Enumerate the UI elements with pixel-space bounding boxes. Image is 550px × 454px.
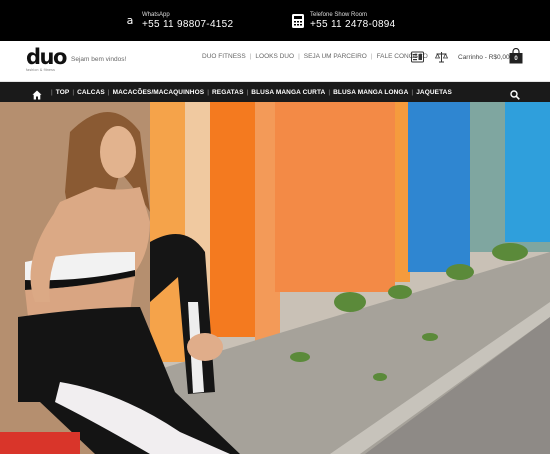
compare-scale-icon[interactable] bbox=[434, 50, 449, 63]
separator: | bbox=[249, 53, 252, 60]
welcome-message: Sejam bem vindos! bbox=[71, 56, 127, 63]
cart-label[interactable]: Carrinho - R$0,00 bbox=[458, 54, 510, 61]
link-duo-fitness[interactable]: DUO FITNESS bbox=[202, 53, 246, 60]
link-looks-duo[interactable]: LOOKS DUO bbox=[255, 53, 294, 60]
account-card-icon[interactable] bbox=[411, 50, 424, 63]
category-regatas[interactable]: REGATAS bbox=[212, 89, 244, 96]
category-macacoes[interactable]: MACACÕES/MACAQUINHOS bbox=[113, 89, 205, 96]
category-blusa-manga-curta[interactable]: BLUSA MANGA CURTA bbox=[251, 89, 325, 96]
whatsapp-contact[interactable]: a WhatsApp +55 11 98807-4152 bbox=[120, 0, 233, 41]
whatsapp-icon: a bbox=[126, 14, 134, 27]
telephone-number[interactable]: +55 11 2478-0894 bbox=[310, 19, 396, 30]
category-jaquetas[interactable]: JAQUETAS bbox=[416, 89, 452, 96]
hero-image bbox=[0, 102, 550, 454]
separator: | bbox=[370, 53, 373, 60]
telephone-contact[interactable]: Telefone Show Room +55 11 2478-0894 bbox=[288, 0, 396, 41]
telephone-icon bbox=[288, 13, 308, 29]
separator: | bbox=[51, 88, 53, 96]
separator: | bbox=[411, 88, 414, 96]
logo-text: duo bbox=[26, 45, 67, 69]
whatsapp-number[interactable]: +55 11 98807-4152 bbox=[142, 19, 233, 30]
category-top[interactable]: TOP bbox=[56, 89, 70, 96]
site-header: duo fashion & fitness Sejam bem vindos! … bbox=[0, 41, 550, 82]
logo[interactable]: duo fashion & fitness bbox=[26, 45, 67, 73]
logo-subtitle: fashion & fitness bbox=[26, 68, 56, 72]
category-nav: | TOP | CALCAS | MACACÕES/MACAQUINHOS | … bbox=[0, 82, 550, 102]
separator: | bbox=[107, 88, 110, 96]
hero-banner[interactable] bbox=[0, 102, 550, 454]
separator: | bbox=[72, 88, 75, 96]
separator: | bbox=[246, 88, 249, 96]
whatsapp-label: WhatsApp bbox=[142, 11, 170, 18]
separator: | bbox=[298, 53, 300, 60]
header-links: DUO FITNESS | LOOKS DUO | SEJA UM PARCEI… bbox=[202, 53, 428, 60]
category-calcas[interactable]: CALCAS bbox=[77, 89, 105, 96]
search-icon[interactable] bbox=[510, 87, 520, 100]
category-list: | TOP | CALCAS | MACACÕES/MACAQUINHOS | … bbox=[48, 82, 452, 102]
home-icon[interactable] bbox=[32, 87, 42, 100]
link-seja-parceiro[interactable]: SEJA UM PARCEIRO bbox=[304, 53, 367, 60]
telephone-label: Telefone Show Room bbox=[310, 11, 368, 18]
cart-count: 0 bbox=[514, 56, 518, 62]
contact-bar: a WhatsApp +55 11 98807-4152 Telefone Sh… bbox=[0, 0, 550, 41]
separator: | bbox=[207, 88, 209, 96]
category-blusa-manga-longa[interactable]: BLUSA MANGA LONGA bbox=[333, 89, 408, 96]
shopping-bag-icon[interactable]: 0 bbox=[509, 47, 523, 64]
separator: | bbox=[328, 88, 331, 96]
